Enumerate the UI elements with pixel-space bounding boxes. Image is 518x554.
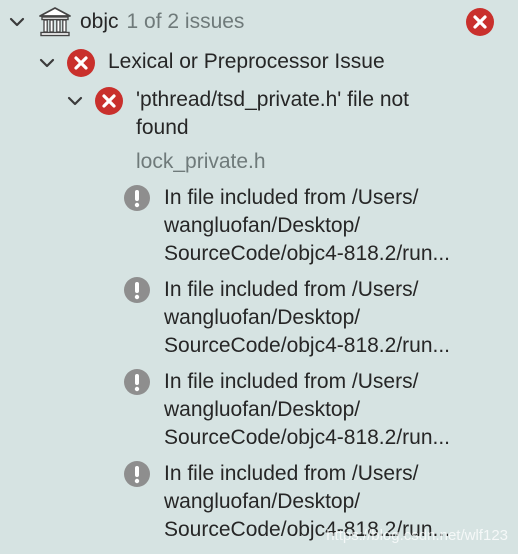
exclamation-icon	[123, 368, 151, 396]
project-name: objc	[80, 10, 119, 33]
note-item[interactable]: In file included from /Users/ wangluofan…	[164, 184, 450, 268]
project-row[interactable]: objc 1 of 2 issues	[80, 8, 244, 36]
note-line: wangluofan/Desktop/	[164, 214, 361, 237]
error-message-line: 'pthread/tsd_private.h' file not	[136, 88, 410, 111]
exclamation-icon	[123, 184, 151, 212]
error-x-icon	[94, 86, 124, 116]
error-file-name: lock_private.h	[136, 150, 266, 173]
error-message[interactable]: 'pthread/tsd_private.h' file not found	[136, 86, 409, 142]
note-line: In file included from /Users/	[164, 462, 419, 485]
chevron-down-icon[interactable]	[66, 92, 84, 110]
note-line: SourceCode/objc4-818.2/run...	[164, 242, 451, 265]
exclamation-icon	[123, 276, 151, 304]
watermark: https://blog.csdn.net/wlf123	[326, 527, 508, 544]
note-line: SourceCode/objc4-818.2/run...	[164, 426, 451, 449]
note-line: wangluofan/Desktop/	[164, 306, 361, 329]
error-x-icon	[465, 7, 495, 37]
exclamation-icon	[123, 460, 151, 488]
bank-building-icon	[38, 6, 72, 38]
error-message-line: found	[136, 116, 189, 139]
issue-count: 1 of 2 issues	[126, 10, 245, 33]
note-line: In file included from /Users/	[164, 186, 419, 209]
error-x-icon	[66, 48, 96, 78]
note-line: SourceCode/objc4-818.2/run...	[164, 334, 451, 357]
note-item[interactable]: In file included from /Users/ wangluofan…	[164, 276, 450, 360]
note-line: wangluofan/Desktop/	[164, 490, 361, 513]
note-line: wangluofan/Desktop/	[164, 398, 361, 421]
note-line: In file included from /Users/	[164, 278, 419, 301]
chevron-down-icon[interactable]	[8, 13, 26, 31]
category-label[interactable]: Lexical or Preprocessor Issue	[108, 48, 385, 76]
chevron-down-icon[interactable]	[38, 54, 56, 72]
note-item[interactable]: In file included from /Users/ wangluofan…	[164, 368, 450, 452]
note-line: In file included from /Users/	[164, 370, 419, 393]
